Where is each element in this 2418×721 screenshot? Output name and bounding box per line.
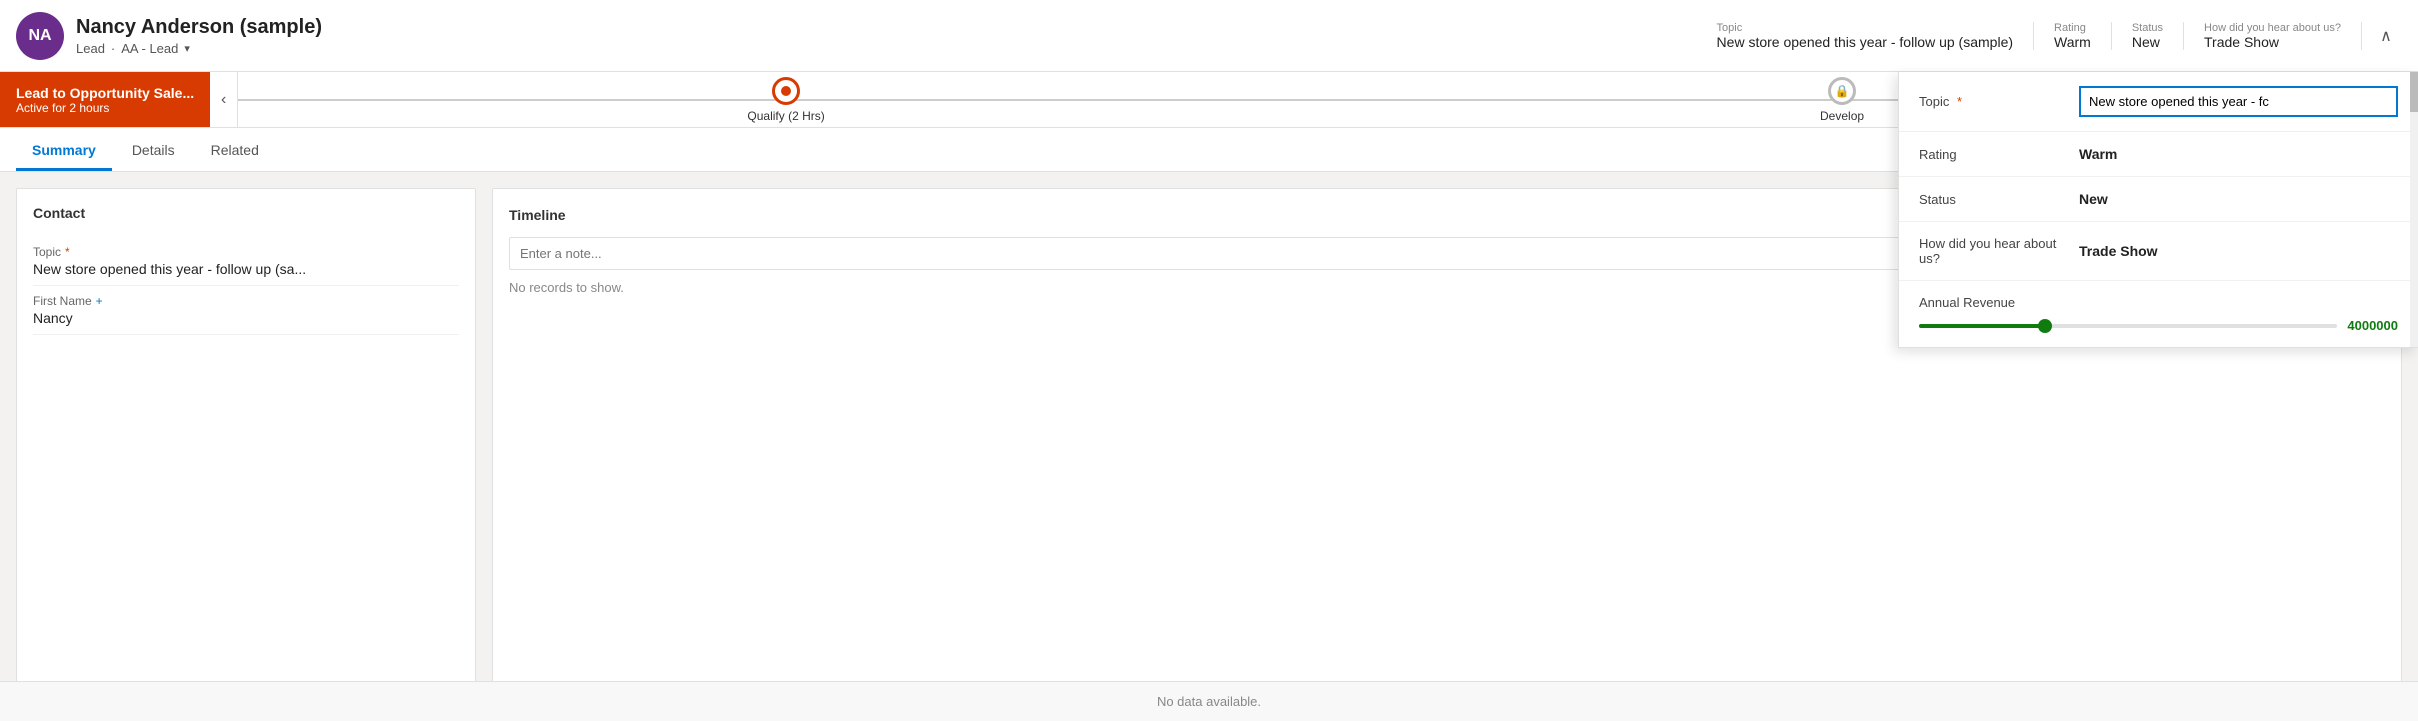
field-topic-value: New store opened this year - follow up (…: [33, 261, 459, 277]
field-firstname-value: Nancy: [33, 310, 459, 326]
header-how-block: How did you hear about us? Trade Show: [2184, 22, 2362, 50]
contact-card: Contact Topic * New store opened this ye…: [16, 188, 476, 705]
popup-status-value: New: [2079, 191, 2398, 207]
header-status-block: Status New: [2112, 22, 2184, 50]
header: NA Nancy Anderson (sample) Lead · AA - L…: [0, 0, 2418, 72]
tab-summary[interactable]: Summary: [16, 132, 112, 171]
popup-panel: Topic * Rating Warm Status New How did y…: [1898, 72, 2418, 348]
slider-value: 4000000: [2347, 318, 2398, 333]
popup-how-label: How did you hear about us?: [1919, 236, 2079, 266]
header-chevron-icon[interactable]: ▾: [184, 42, 190, 55]
stage-step-qualify: Qualify (2 Hrs): [258, 77, 1314, 123]
field-topic-required: *: [65, 245, 70, 259]
header-how-label: How did you hear about us?: [2204, 22, 2341, 34]
contact-card-title: Contact: [33, 205, 459, 221]
header-rating-value: Warm: [2054, 34, 2091, 50]
popup-topic-input[interactable]: [2079, 86, 2398, 117]
record-name: Nancy Anderson (sample): [76, 16, 322, 39]
stage-prev-button[interactable]: ‹: [210, 72, 238, 128]
field-topic-label: Topic *: [33, 245, 459, 259]
stage-label-qualify: Qualify (2 Hrs): [747, 109, 824, 123]
header-status-value: New: [2132, 34, 2163, 50]
tab-related[interactable]: Related: [195, 132, 275, 171]
header-meta: Topic New store opened this year - follo…: [1697, 20, 2402, 52]
popup-scrollbar[interactable]: [2410, 72, 2418, 347]
field-firstname: First Name + Nancy: [33, 286, 459, 335]
popup-topic-label: Topic *: [1919, 94, 2079, 109]
popup-how-row: How did you hear about us? Trade Show: [1899, 222, 2418, 281]
timeline-title: Timeline: [509, 207, 566, 223]
stage-circle-qualify: [772, 77, 800, 105]
popup-how-value: Trade Show: [2079, 243, 2398, 259]
no-data-text: No data available.: [1157, 694, 1261, 709]
popup-rating-value: Warm: [2079, 146, 2398, 162]
slider-fill: [1919, 324, 2045, 328]
header-status-label: Status: [2132, 22, 2163, 34]
popup-status-label: Status: [1919, 192, 2079, 207]
popup-status-row: Status New: [1899, 177, 2418, 222]
stage-active-sub: Active for 2 hours: [16, 101, 194, 115]
stage-label-develop: Develop: [1820, 109, 1864, 123]
sub-label2: AA - Lead: [121, 41, 178, 56]
slider-container: 4000000: [1919, 318, 2398, 333]
popup-revenue-label: Annual Revenue: [1919, 295, 2398, 310]
collapse-button[interactable]: ∧: [2370, 20, 2402, 52]
header-topic-label: Topic: [1717, 22, 2013, 34]
header-info: Nancy Anderson (sample) Lead · AA - Lead…: [76, 16, 322, 56]
popup-topic-required: *: [1957, 94, 1962, 109]
popup-scrollbar-thumb[interactable]: [2410, 72, 2418, 112]
popup-rating-row: Rating Warm: [1899, 132, 2418, 177]
no-data-bar: No data available.: [0, 681, 2418, 721]
header-rating-label: Rating: [2054, 22, 2091, 34]
active-stage-label: Lead to Opportunity Sale... Active for 2…: [0, 72, 210, 127]
sub-label1: Lead: [76, 41, 105, 56]
field-firstname-required: +: [96, 294, 103, 308]
sub-separator: ·: [111, 41, 115, 56]
field-firstname-label: First Name +: [33, 294, 459, 308]
header-topic-value: New store opened this year - follow up (…: [1717, 34, 2013, 50]
popup-rating-label: Rating: [1919, 147, 2079, 162]
popup-revenue-row: Annual Revenue 4000000: [1899, 281, 2418, 347]
slider-thumb[interactable]: [2038, 319, 2052, 333]
avatar: NA: [16, 12, 64, 60]
header-rating-block: Rating Warm: [2034, 22, 2112, 50]
field-topic: Topic * New store opened this year - fol…: [33, 237, 459, 286]
header-how-value: Trade Show: [2204, 34, 2341, 50]
lock-icon: 🔒: [1835, 84, 1850, 98]
slider-track[interactable]: [1919, 324, 2337, 328]
stage-active-title: Lead to Opportunity Sale...: [16, 85, 194, 101]
tab-details[interactable]: Details: [116, 132, 191, 171]
header-topic-block: Topic New store opened this year - follo…: [1697, 22, 2034, 50]
stage-circle-develop: 🔒: [1828, 77, 1856, 105]
popup-topic-row: Topic *: [1899, 72, 2418, 132]
header-subtitle: Lead · AA - Lead ▾: [76, 41, 322, 56]
